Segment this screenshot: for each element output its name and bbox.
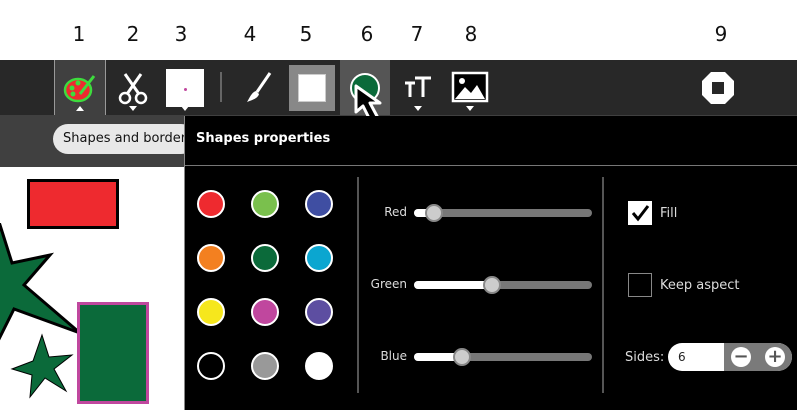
callout-number-6: 6 [360,22,374,46]
expand-down-icon [414,106,422,111]
blue-slider-label: Blue [380,349,407,363]
sides-value[interactable]: 6 [668,350,724,364]
slider-knob[interactable] [453,348,472,366]
increment-button[interactable]: + [758,343,792,371]
palette-tooltip-tag[interactable]: Shapes and border [53,124,197,154]
small-star-shape [10,333,74,399]
text-tool-button[interactable] [398,60,438,115]
shapes-properties-panel: Shapes properties Red Green Blue Fill Ke… [184,116,797,410]
callout-number-3: 3 [174,22,188,46]
plus-icon: + [765,347,785,367]
blue-slider[interactable] [414,348,592,366]
callout-number-7: 7 [410,22,424,46]
color-swatch[interactable] [197,190,225,218]
stamp-icon [166,68,204,107]
green-slider[interactable] [414,276,592,294]
color-swatch[interactable] [251,352,279,380]
keep-aspect-label: Keep aspect [660,278,740,293]
drawing-canvas[interactable] [0,167,185,410]
minus-icon: − [731,347,751,367]
paint-palette-icon [63,74,96,102]
keep-aspect-checkbox[interactable] [628,273,652,297]
color-swatch[interactable] [251,244,279,272]
expand-down-icon [181,106,189,111]
color-swatch[interactable] [305,244,333,272]
callout-number-1: 1 [72,22,86,46]
red-slider[interactable] [414,204,592,222]
sides-label: Sides: [625,350,665,365]
fill-checkbox[interactable] [628,201,652,225]
slider-knob[interactable] [424,204,443,222]
text-tool-icon [405,76,431,97]
rectangle-shape-icon [289,64,335,111]
green-rectangle-shape [77,302,149,404]
expand-up-icon [76,106,84,111]
panel-header: Shapes properties [185,116,797,166]
stamp-button[interactable] [163,60,207,115]
callout-number-9: 9 [714,22,728,46]
toolbar [0,60,797,115]
decrement-button[interactable]: − [724,343,758,371]
brush-button[interactable] [237,60,281,115]
slider-knob[interactable] [483,276,502,294]
expand-down-icon [466,106,474,111]
fill-label: Fill [660,206,678,221]
callout-number-2: 2 [126,22,140,46]
brush-icon [247,71,272,102]
green-slider-label: Green [370,277,407,291]
check-icon [631,205,650,222]
paint-palette-button[interactable] [54,60,106,115]
color-swatch[interactable] [251,298,279,326]
color-swatch[interactable] [305,352,333,380]
color-swatch[interactable] [305,190,333,218]
rectangle-shape-button[interactable] [289,60,335,115]
panel-title: Shapes properties [196,131,331,146]
image-insert-button[interactable] [448,60,492,115]
color-swatch[interactable] [197,244,225,272]
color-swatch[interactable] [197,352,225,380]
cut-button[interactable] [110,60,156,115]
expand-down-icon [129,106,137,111]
color-swatch[interactable] [197,298,225,326]
color-swatch[interactable] [305,298,333,326]
image-insert-icon [451,71,489,102]
color-swatch[interactable] [251,190,279,218]
scissors-icon [118,72,148,104]
callout-number-4: 4 [243,22,257,46]
sides-stepper: 6 − + [668,343,792,371]
panel-divider [602,177,604,393]
red-slider-label: Red [384,205,407,219]
red-rectangle-shape [27,179,119,229]
callout-number-8: 8 [464,22,478,46]
toolbar-divider [220,72,222,102]
callout-number-5: 5 [299,22,313,46]
stop-icon [702,71,734,104]
stop-button[interactable] [698,60,738,115]
